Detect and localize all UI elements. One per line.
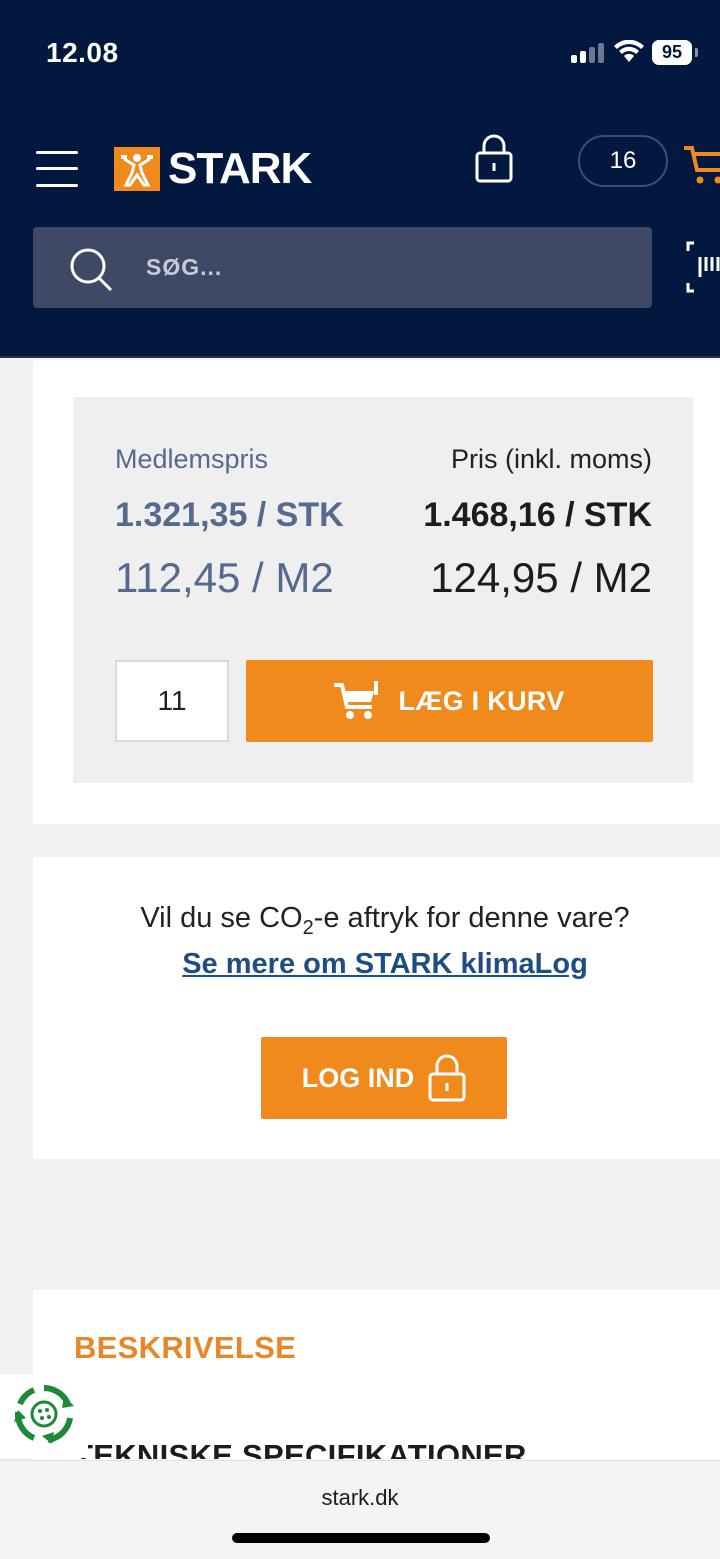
member-price-label: Medlemspris xyxy=(115,444,269,474)
login-label: LOG IND xyxy=(301,1062,415,1093)
recycle-eco-icon xyxy=(14,1385,74,1444)
browser-url[interactable]: stark.dk xyxy=(0,1485,720,1511)
search-icon xyxy=(70,248,113,291)
stark-logo[interactable]: STARK xyxy=(114,144,312,193)
search-placeholder: SØG... xyxy=(146,254,223,280)
battery-level: 95 xyxy=(652,40,692,65)
wifi-icon xyxy=(614,40,644,62)
description-tab[interactable]: BESKRIVELSE xyxy=(74,1330,296,1366)
add-to-cart-button[interactable]: LÆG I KURV xyxy=(246,660,653,742)
lock-icon[interactable] xyxy=(474,133,514,183)
co2-question-suffix: -e aftryk for denne vare? xyxy=(313,902,630,934)
co2-question-prefix: Vil du se CO xyxy=(140,902,303,934)
lock-icon xyxy=(428,1054,466,1102)
price-area: 124,95 / M2 xyxy=(430,554,652,601)
cart-count-badge[interactable]: 16 xyxy=(578,135,668,187)
search-bar[interactable]: SØG... xyxy=(33,227,652,308)
stark-logo-mark-icon xyxy=(114,147,160,191)
cart-icon[interactable] xyxy=(684,140,720,186)
price-label: Pris (inkl. moms) xyxy=(451,444,652,474)
brand-name: STARK xyxy=(168,144,312,193)
home-indicator[interactable] xyxy=(232,1533,490,1543)
login-button[interactable]: LOG IND xyxy=(261,1037,507,1119)
member-price-area: 112,45 / M2 xyxy=(115,554,334,601)
specifications-tab[interactable]: TEKNISKE SPECIFIKATIONER xyxy=(74,1441,527,1459)
cart-icon xyxy=(334,681,379,719)
status-time: 12.08 xyxy=(46,37,119,68)
cellular-signal-icon xyxy=(571,41,605,63)
klimalog-badge[interactable] xyxy=(0,1374,88,1458)
site-header: 12.08 95 STARK 16 SØG... xyxy=(0,0,720,358)
hamburger-menu-icon[interactable] xyxy=(36,151,78,187)
add-to-cart-label: LÆG I KURV xyxy=(398,685,565,716)
co2-question: Vil du se CO2-e aftryk for denne vare? xyxy=(33,902,720,940)
barcode-scan-icon[interactable] xyxy=(684,241,720,293)
klimalog-link[interactable]: Se mere om STARK klimaLog xyxy=(33,948,720,981)
co2-subscript: 2 xyxy=(302,916,314,939)
price-unit: 1.468,16 / STK xyxy=(423,496,652,534)
specifications-label: TEKNISKE SPECIFIKATIONER xyxy=(74,1441,527,1459)
battery-tip xyxy=(695,48,698,57)
member-price-unit: 1.321,35 / STK xyxy=(115,496,344,534)
quantity-input[interactable]: 11 xyxy=(115,660,229,742)
